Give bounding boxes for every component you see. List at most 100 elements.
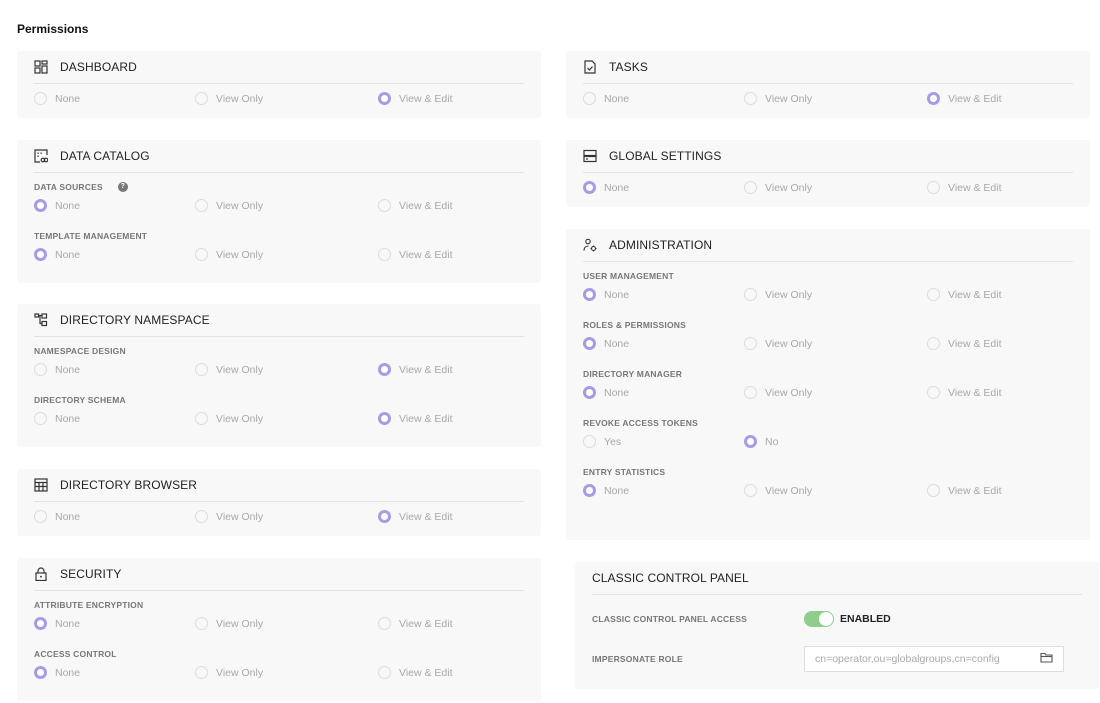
radio-circle[interactable] [583, 386, 596, 399]
radio-circle[interactable] [378, 248, 391, 261]
radio-circle[interactable] [927, 484, 940, 497]
radio-circle[interactable] [34, 666, 47, 679]
radio-circle[interactable] [744, 435, 757, 448]
radio-option-none[interactable]: None [34, 412, 80, 425]
radio-circle[interactable] [744, 337, 757, 350]
radio-circle[interactable] [34, 412, 47, 425]
radio-label: View Only [216, 248, 264, 261]
radio-circle[interactable] [378, 363, 391, 376]
radio-option-none[interactable]: None [34, 666, 80, 679]
radio-circle[interactable] [744, 484, 757, 497]
radio-option-none[interactable]: None [583, 288, 629, 301]
radio-circle[interactable] [927, 337, 940, 350]
radio-circle[interactable] [195, 412, 208, 425]
radio-option-view-only[interactable]: View Only [195, 510, 263, 523]
radio-option-none[interactable]: None [583, 92, 629, 105]
radio-option-view-only[interactable]: View Only [195, 617, 263, 630]
radio-circle[interactable] [744, 92, 757, 105]
radio-circle[interactable] [34, 363, 47, 376]
radio-circle[interactable] [583, 337, 596, 350]
radio-circle[interactable] [34, 248, 47, 261]
radio-circle[interactable] [378, 617, 391, 630]
radio-option-view-edit[interactable]: View & Edit [927, 288, 1002, 301]
radio-option-view-only[interactable]: View Only [195, 412, 263, 425]
radio-circle[interactable] [583, 92, 596, 105]
radio-circle[interactable] [744, 181, 757, 194]
radio-circle[interactable] [195, 617, 208, 630]
radio-option-none[interactable]: None [34, 199, 80, 212]
radio-option-view-edit[interactable]: View & Edit [378, 248, 453, 261]
radio-option-none[interactable]: None [583, 386, 629, 399]
help-icon[interactable]: ? [117, 181, 128, 192]
radio-circle[interactable] [195, 248, 208, 261]
radio-option-none[interactable]: None [583, 181, 629, 194]
radio-circle[interactable] [34, 510, 47, 523]
radio-label: Yes [604, 435, 622, 448]
radio-option-view-only[interactable]: View Only [744, 92, 812, 105]
radio-circle[interactable] [195, 363, 208, 376]
radio-circle[interactable] [927, 386, 940, 399]
radio-option-view-edit[interactable]: View & Edit [378, 617, 453, 630]
radio-option-no[interactable]: No [744, 435, 778, 448]
radio-option-none[interactable]: None [583, 484, 629, 497]
radio-option-view-only[interactable]: View Only [195, 199, 263, 212]
radio-circle[interactable] [927, 288, 940, 301]
radio-option-view-edit[interactable]: View & Edit [378, 92, 453, 105]
radio-option-view-edit[interactable]: View & Edit [378, 363, 453, 376]
radio-circle[interactable] [34, 199, 47, 212]
radio-option-view-only[interactable]: View Only [744, 386, 812, 399]
radio-circle[interactable] [583, 288, 596, 301]
radio-option-view-edit[interactable]: View & Edit [378, 412, 453, 425]
radio-option-view-only[interactable]: View Only [744, 181, 812, 194]
radio-option-view-edit[interactable]: View & Edit [927, 386, 1002, 399]
radio-circle[interactable] [744, 386, 757, 399]
radio-circle[interactable] [378, 412, 391, 425]
radio-label: View & Edit [399, 199, 453, 212]
radio-option-view-edit[interactable]: View & Edit [927, 181, 1002, 194]
radio-circle[interactable] [34, 92, 47, 105]
radio-circle[interactable] [378, 510, 391, 523]
roles-permissions-radio-group: None View Only View & Edit [583, 333, 1073, 355]
radio-option-view-only[interactable]: View Only [195, 666, 263, 679]
radio-option-view-only[interactable]: View Only [744, 288, 812, 301]
radio-option-none[interactable]: None [34, 248, 80, 261]
radio-option-view-edit[interactable]: View & Edit [378, 199, 453, 212]
radio-option-view-only[interactable]: View Only [744, 484, 812, 497]
radio-circle[interactable] [378, 92, 391, 105]
radio-circle[interactable] [195, 666, 208, 679]
impersonate-role-input[interactable] [815, 653, 1035, 665]
radio-option-view-edit[interactable]: View & Edit [378, 666, 453, 679]
radio-option-none[interactable]: None [34, 92, 80, 105]
radio-option-none[interactable]: None [583, 337, 629, 350]
radio-option-none[interactable]: None [34, 363, 80, 376]
global-settings-radio-group: None View Only View & Edit [583, 177, 1073, 199]
radio-circle[interactable] [744, 288, 757, 301]
radio-circle[interactable] [927, 181, 940, 194]
radio-circle[interactable] [195, 92, 208, 105]
radio-circle[interactable] [195, 199, 208, 212]
radio-option-view-edit[interactable]: View & Edit [927, 92, 1002, 105]
radio-option-view-edit[interactable]: View & Edit [378, 510, 453, 523]
classic-control-panel-title: CLASSIC CONTROL PANEL [592, 571, 749, 585]
radio-circle[interactable] [378, 199, 391, 212]
radio-option-yes[interactable]: Yes [583, 435, 621, 448]
radio-circle[interactable] [34, 617, 47, 630]
classic-access-row: CLASSIC CONTROL PANEL ACCESS ENABLED [592, 599, 1082, 639]
radio-option-view-only[interactable]: View Only [195, 248, 263, 261]
radio-circle[interactable] [583, 484, 596, 497]
radio-circle[interactable] [927, 92, 940, 105]
radio-option-view-only[interactable]: View Only [195, 363, 263, 376]
radio-option-none[interactable]: None [34, 617, 80, 630]
radio-circle[interactable] [195, 510, 208, 523]
radio-option-view-only[interactable]: View Only [744, 337, 812, 350]
radio-circle[interactable] [378, 666, 391, 679]
radio-option-none[interactable]: None [34, 510, 80, 523]
radio-option-view-only[interactable]: View Only [195, 92, 263, 105]
radio-option-view-edit[interactable]: View & Edit [927, 337, 1002, 350]
classic-access-toggle[interactable] [804, 611, 834, 627]
radio-circle[interactable] [583, 435, 596, 448]
radio-label: None [55, 412, 81, 425]
radio-circle[interactable] [583, 181, 596, 194]
radio-option-view-edit[interactable]: View & Edit [927, 484, 1002, 497]
folder-browse-icon[interactable] [1040, 650, 1053, 668]
